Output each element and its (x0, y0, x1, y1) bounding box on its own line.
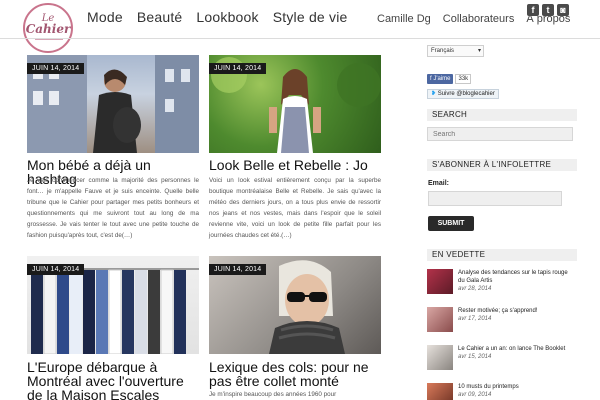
header-divider (0, 38, 600, 39)
featured-date: avr 15, 2014 (458, 354, 492, 360)
site-header: Le Cahier Mode Beauté Lookbook Style de … (0, 0, 600, 53)
search-input[interactable] (427, 127, 573, 141)
nav-item-lookbook[interactable]: Lookbook (196, 9, 258, 25)
twitter-icon: ❥ (431, 91, 437, 97)
post-excerpt: Je m'inspire beaucoup des années 1960 po… (209, 391, 337, 398)
post-date-badge: JUIN 14, 2014 (209, 264, 267, 275)
featured-thumbnail (427, 307, 453, 332)
featured-item[interactable]: Rester motivée; ça s'apprend! avr 17, 20… (427, 307, 577, 333)
facebook-like-count: 33k (455, 74, 472, 84)
nav-item-beaute[interactable]: Beauté (137, 9, 183, 25)
featured-date: avr 17, 2014 (458, 316, 492, 322)
featured-heading: EN VEDETTE (427, 249, 577, 261)
featured-item[interactable]: Analyse des tendances sur le tapis rouge… (427, 269, 577, 295)
email-field[interactable] (428, 191, 562, 206)
logo-divider (35, 39, 63, 40)
post-date-badge: JUIN 14, 2014 (27, 63, 85, 74)
post-date-badge: JUIN 14, 2014 (27, 264, 85, 275)
featured-date: avr 09, 2014 (458, 392, 492, 398)
featured-title[interactable]: Analyse des tendances sur le tapis rouge… (458, 269, 576, 285)
main-navigation: Mode Beauté Lookbook Style de vie (87, 9, 348, 25)
email-label: Email: (428, 180, 450, 187)
submit-button[interactable]: SUBMIT (428, 216, 474, 231)
chevron-down-icon: ▾ (477, 48, 481, 54)
facebook-icon[interactable]: f (527, 4, 539, 16)
nav-item-mode[interactable]: Mode (87, 9, 123, 25)
facebook-like-widget: f J'aime 33k (427, 74, 472, 84)
post-excerpt: Je vais commencer comme la majorité des … (27, 177, 199, 239)
featured-item[interactable]: Le Cahier a un an: on lance The Booklet … (427, 345, 577, 371)
featured-title[interactable]: Le Cahier a un an: on lance The Booklet (458, 345, 576, 353)
featured-thumbnail (427, 383, 453, 400)
featured-title[interactable]: Rester motivée; ça s'apprend! (458, 307, 576, 315)
post-title[interactable]: Lexique des cols: pour ne pas être colle… (209, 360, 381, 388)
twitter-follow-label: Suivre @bloglecahier (437, 91, 495, 97)
twitter-follow-button[interactable]: ❥ Suivre @bloglecahier (427, 89, 499, 99)
post-date-badge: JUIN 14, 2014 (209, 63, 267, 74)
twitter-icon[interactable]: t (542, 4, 554, 16)
featured-item[interactable]: 10 musts du printemps avr 09, 2014 (427, 383, 577, 400)
site-logo[interactable]: Le Cahier (23, 3, 73, 53)
post-title[interactable]: Look Belle et Rebelle : Jo (209, 158, 381, 172)
post-title[interactable]: L'Europe débarque à Montréal avec l'ouve… (27, 360, 199, 400)
logo-cahier-text: Cahier (25, 22, 71, 36)
facebook-like-button[interactable]: f J'aime (427, 74, 454, 84)
newsletter-heading: S'ABONNER À L'INFOLETTRE (427, 159, 577, 171)
language-select-value: Français (431, 48, 455, 54)
search-heading: SEARCH (427, 109, 577, 121)
post-image[interactable]: JUIN 14, 2014 (27, 256, 199, 354)
language-select[interactable]: Français ▾ (427, 45, 484, 57)
featured-thumbnail (427, 345, 453, 370)
social-links: f t ◙ (527, 4, 569, 16)
featured-title[interactable]: 10 musts du printemps (458, 383, 576, 391)
post-image[interactable]: JUIN 14, 2014 (209, 256, 381, 354)
post-image[interactable]: JUIN 14, 2014 (27, 55, 199, 153)
nav-item-camille-dg[interactable]: Camille Dg (377, 13, 431, 25)
featured-date: avr 28, 2014 (458, 286, 492, 292)
nav-item-collaborateurs[interactable]: Collaborateurs (443, 13, 515, 25)
nav-item-style-de-vie[interactable]: Style de vie (273, 9, 348, 25)
post-image[interactable]: JUIN 14, 2014 (209, 55, 381, 153)
featured-thumbnail (427, 269, 453, 294)
post-excerpt: Voici un look estival entièrement conçu … (209, 177, 381, 239)
instagram-icon[interactable]: ◙ (557, 4, 569, 16)
